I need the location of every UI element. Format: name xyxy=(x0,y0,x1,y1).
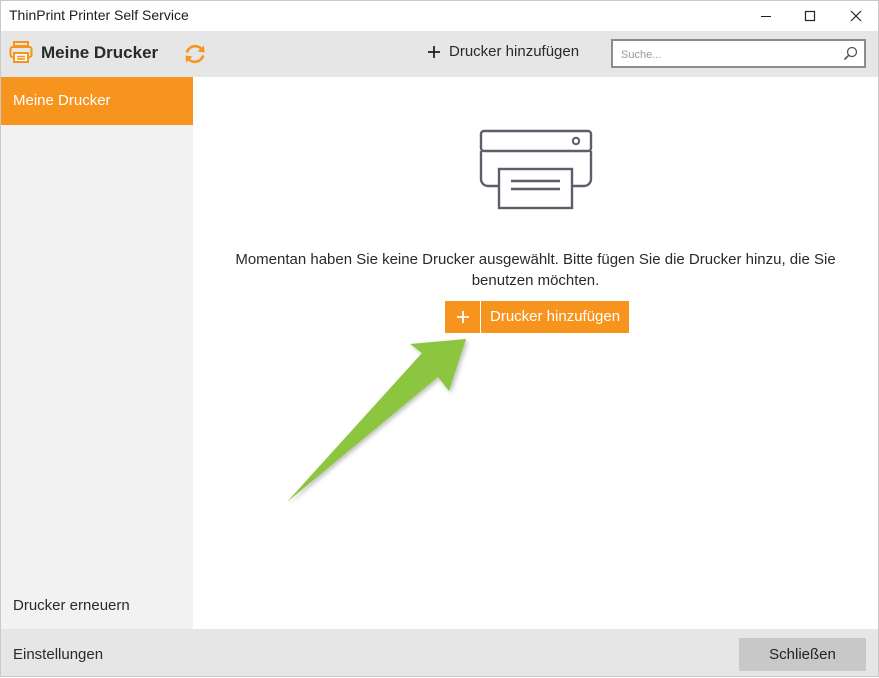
app-window: ThinPrint Printer Self Service Meine Dru… xyxy=(0,0,879,677)
plus-icon xyxy=(445,301,481,333)
add-printer-button[interactable]: Drucker hinzufügen xyxy=(445,301,630,333)
window-title: ThinPrint Printer Self Service xyxy=(9,7,189,23)
sidebar: Meine Drucker Drucker erneuern xyxy=(1,77,193,629)
close-window-button[interactable] xyxy=(833,1,878,31)
refresh-icon[interactable] xyxy=(182,41,208,72)
minimize-button[interactable] xyxy=(743,1,788,31)
add-printer-toolbar-button[interactable]: Drucker hinzufügen xyxy=(427,43,579,60)
printer-app-icon xyxy=(9,40,33,69)
toolbar: Meine Drucker Drucker hinzufügen xyxy=(1,31,878,77)
search-input[interactable] xyxy=(619,44,838,65)
minimize-icon xyxy=(760,16,771,17)
sidebar-item-meine-drucker[interactable]: Meine Drucker xyxy=(1,77,193,125)
maximize-button[interactable] xyxy=(787,1,832,31)
add-printer-button-label: Drucker hinzufügen xyxy=(481,301,630,333)
search-box[interactable] xyxy=(611,39,866,68)
close-button[interactable]: Schließen xyxy=(739,638,866,671)
title-bar[interactable]: ThinPrint Printer Self Service xyxy=(1,1,878,31)
settings-link[interactable]: Einstellungen xyxy=(13,646,103,663)
printer-icon xyxy=(479,129,593,216)
sidebar-item-drucker-erneuern[interactable]: Drucker erneuern xyxy=(13,597,130,614)
add-printer-toolbar-label: Drucker hinzufügen xyxy=(449,43,580,60)
footer-bar: Einstellungen Schließen xyxy=(1,629,878,676)
search-icon[interactable] xyxy=(843,46,858,66)
plus-icon xyxy=(428,45,440,58)
empty-state-message: Momentan haben Sie keine Drucker ausgewä… xyxy=(235,251,836,289)
close-icon xyxy=(850,10,861,22)
maximize-icon xyxy=(804,10,815,22)
page-title: Meine Drucker xyxy=(41,43,159,62)
main-content: Momentan haben Sie keine Drucker ausgewä… xyxy=(193,77,878,629)
